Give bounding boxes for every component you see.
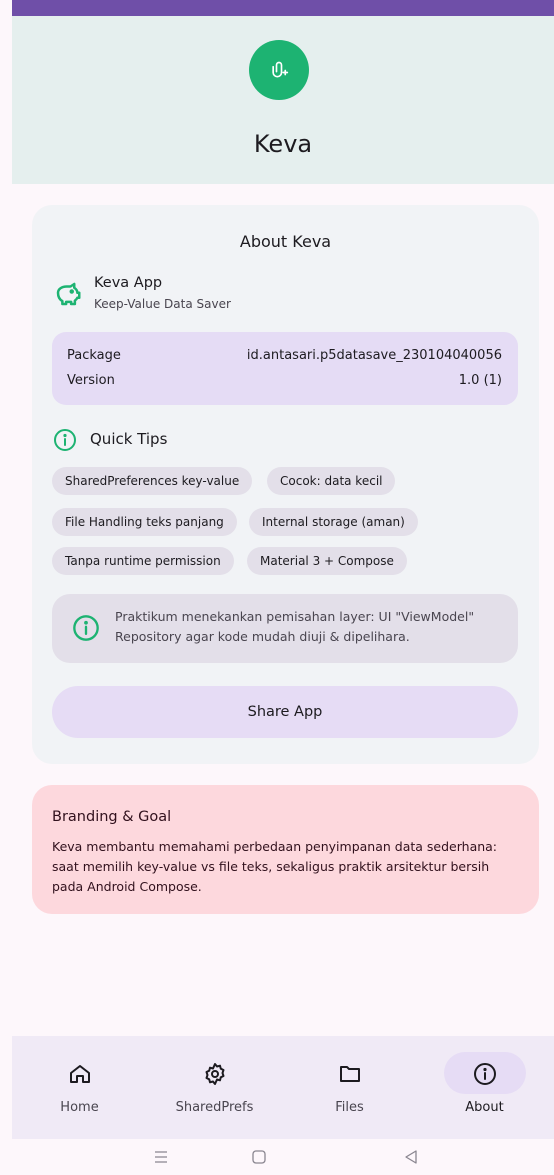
home-icon bbox=[69, 1065, 90, 1083]
branding-goal-card: Branding & Goal Keva membantu memahami p… bbox=[32, 785, 539, 914]
about-card: About Keva Keva App Keep-Value Data Save… bbox=[32, 205, 539, 764]
nav-item-sharedprefs[interactable]: SharedPrefs bbox=[147, 1036, 282, 1139]
status-bar-strip bbox=[12, 0, 554, 16]
menu-icon[interactable] bbox=[151, 1147, 171, 1167]
app-subtitle: Keep-Value Data Saver bbox=[94, 297, 231, 311]
package-row: Package id.antasari.p5datasave_230104040… bbox=[67, 348, 502, 363]
nav-label-sharedprefs: SharedPrefs bbox=[175, 1100, 254, 1115]
package-value: id.antasari.p5datasave_230104040056 bbox=[246, 348, 502, 363]
note-text: Praktikum menekankan pemisahan layer: UI… bbox=[115, 609, 475, 644]
info-icon bbox=[473, 1063, 496, 1085]
back-icon[interactable] bbox=[401, 1147, 421, 1167]
piggy-bank-icon bbox=[56, 282, 81, 306]
app-info-box: Package id.antasari.p5datasave_230104040… bbox=[52, 332, 518, 405]
system-navigation-bar bbox=[0, 1139, 554, 1175]
tip-chip[interactable]: Tanpa runtime permission bbox=[52, 547, 234, 575]
app-title: Keva App bbox=[94, 275, 163, 291]
attach-add-icon bbox=[272, 61, 289, 78]
tip-chip[interactable]: SharedPreferences key-value bbox=[52, 467, 253, 495]
gear-icon bbox=[205, 1063, 224, 1085]
version-label: Version bbox=[67, 373, 115, 388]
note-box: Praktikum menekankan pemisahan layer: UI… bbox=[52, 594, 518, 663]
version-value: 1.0 (1) bbox=[458, 373, 502, 388]
nav-item-files[interactable]: Files bbox=[282, 1036, 417, 1139]
info-icon bbox=[54, 429, 76, 451]
nav-item-about[interactable]: About bbox=[417, 1036, 552, 1139]
nav-label-home: Home bbox=[60, 1100, 99, 1115]
tip-chip[interactable]: Material 3 + Compose bbox=[247, 547, 407, 575]
app-name: Keva bbox=[253, 130, 313, 158]
app-logo bbox=[249, 40, 309, 100]
package-label: Package bbox=[67, 348, 121, 363]
info-icon bbox=[73, 615, 99, 641]
version-row: Version 1.0 (1) bbox=[67, 373, 502, 388]
home-button-icon[interactable] bbox=[249, 1147, 269, 1167]
tip-chip[interactable]: Cocok: data kecil bbox=[267, 467, 396, 495]
quick-tips-title: Quick Tips bbox=[90, 430, 168, 448]
nav-item-home[interactable]: Home bbox=[12, 1036, 147, 1139]
goal-title: Branding & Goal bbox=[52, 809, 172, 825]
tip-chip[interactable]: Internal storage (aman) bbox=[249, 508, 418, 536]
about-card-title: About Keva bbox=[239, 232, 332, 251]
tip-chip[interactable]: File Handling teks panjang bbox=[52, 508, 237, 536]
bottom-nav: Home SharedPrefs Files About bbox=[12, 1036, 554, 1139]
folder-icon bbox=[339, 1066, 360, 1082]
nav-label-about: About bbox=[465, 1100, 504, 1115]
share-app-button[interactable]: Share App bbox=[52, 686, 518, 738]
goal-text: Keva membantu memahami perbedaan penyimp… bbox=[52, 839, 498, 894]
app-header: Keva bbox=[12, 16, 554, 184]
nav-label-files: Files bbox=[335, 1100, 364, 1115]
